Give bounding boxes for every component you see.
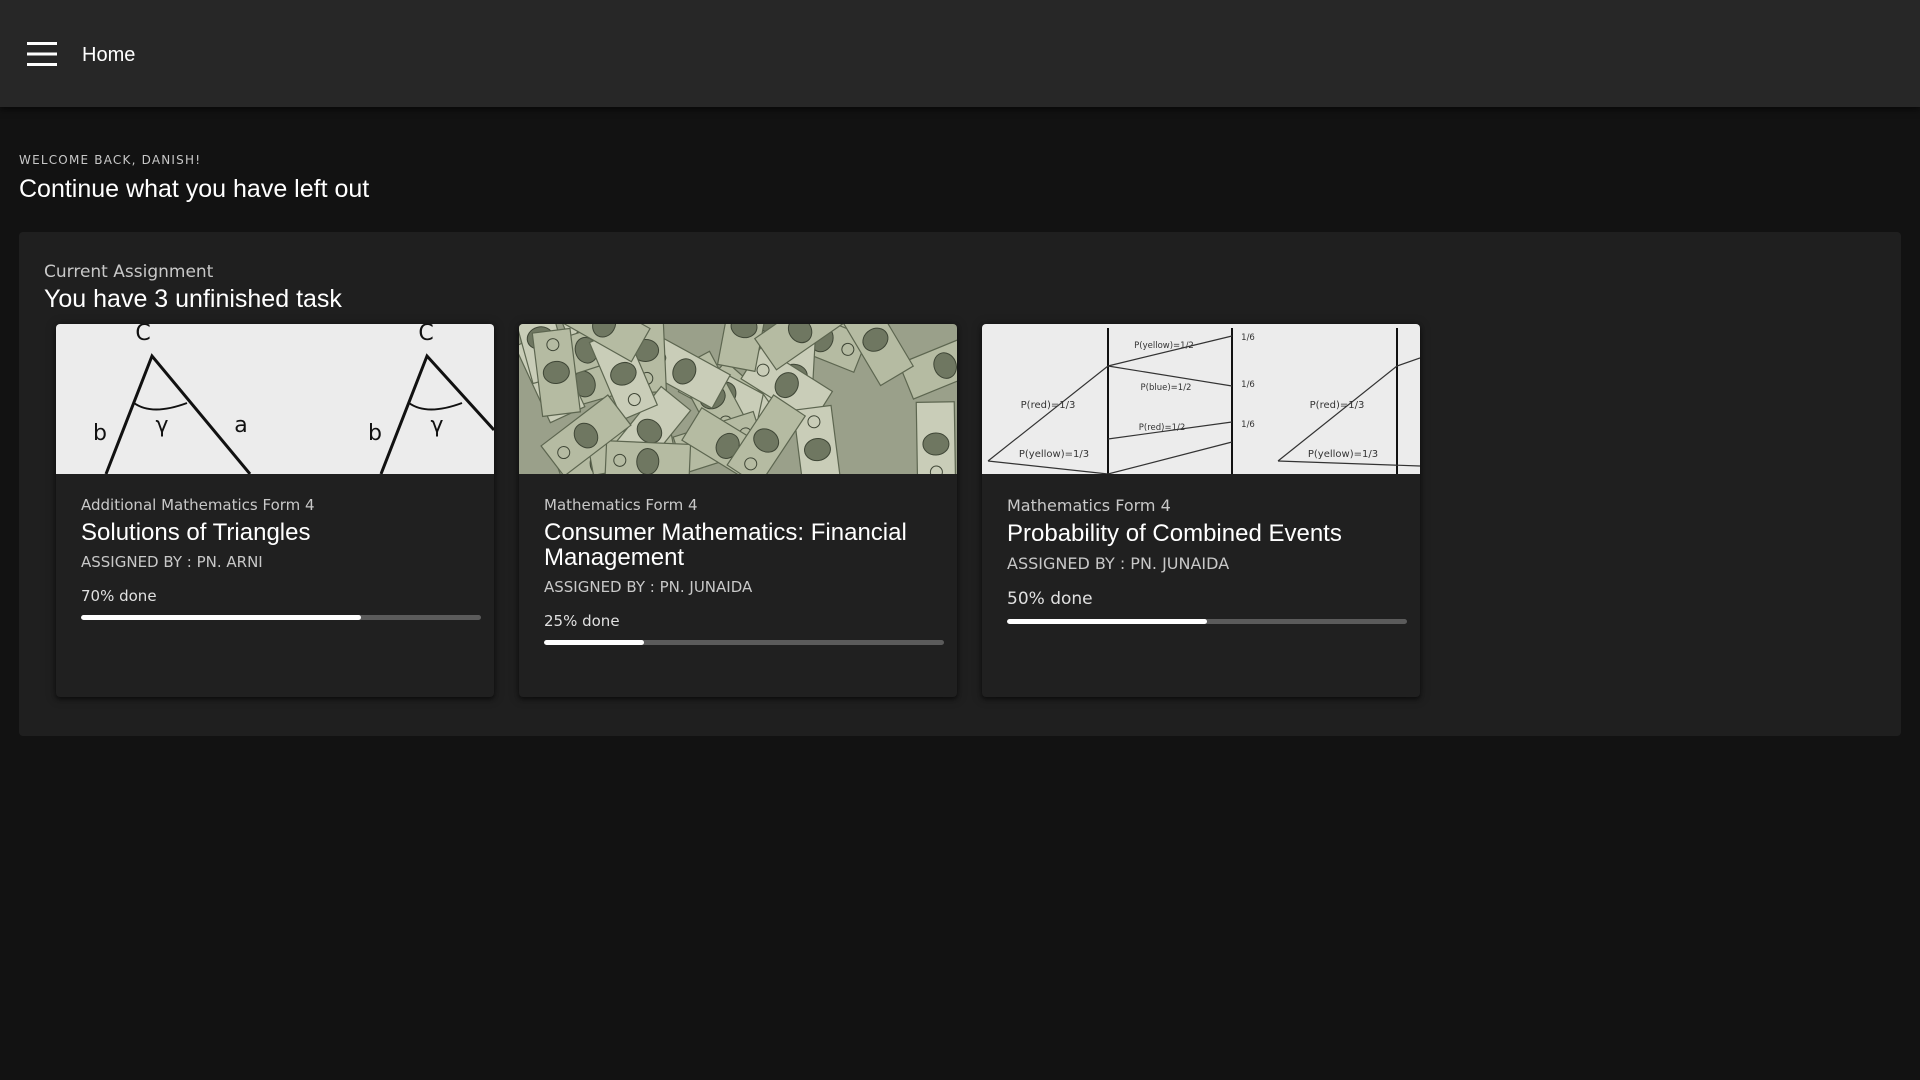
tree-label: 1/6 [1241,333,1255,343]
assignment-card[interactable]: Mathematics Form 4 Consumer Mathematics:… [519,324,957,697]
side-b-label: b [368,421,382,446]
assignment-card[interactable]: P(red)=1/3 P(yellow)=1/3 P(yellow)=1/2 P… [982,324,1420,697]
tree-label: P(yellow)=1/3 [1019,449,1089,460]
card-progress-label: 25% done [544,612,620,630]
card-assigned-by: ASSIGNED BY : PN. JUNAIDA [1007,554,1230,573]
gamma-label: γ [430,413,443,438]
vertex-label: C [135,324,150,346]
tree-label: 1/6 [1241,420,1255,430]
welcome-section: WELCOME BACK, DANISH! Continue what you … [19,152,1901,204]
tree-label: P(red)=1/3 [1021,400,1076,411]
card-subject: Mathematics Form 4 [1007,496,1171,515]
tree-label: P(yellow)=1/2 [1134,341,1194,351]
tree-label: P(yellow)=1/3 [1308,449,1378,460]
panel-overline: Current Assignment [44,262,214,282]
side-a-label: a [234,413,247,438]
progress-bar [544,640,944,645]
tree-label: P(red)=1/2 [1139,423,1186,433]
progress-fill [81,615,361,620]
probability-tree-image: P(red)=1/3 P(yellow)=1/3 P(yellow)=1/2 P… [982,324,1420,474]
tree-label: P(red)=1/3 [1310,400,1365,411]
bill-decoration [915,401,957,474]
tree-label: P(blue)=1/2 [1141,383,1192,393]
card-assigned-by: ASSIGNED BY : PN. ARNI [81,553,263,571]
panel-title: You have 3 unfinished task [44,285,342,313]
hamburger-menu-icon[interactable] [20,32,64,76]
progress-fill [544,640,644,645]
money-bills-image [519,324,957,474]
current-assignment-panel: Current Assignment You have 3 unfinished… [19,232,1901,736]
welcome-overline: WELCOME BACK, DANISH! [19,153,202,167]
bill-decoration [604,440,692,474]
card-subject: Additional Mathematics Form 4 [81,496,315,514]
triangle-diagram-image: C γ b a C γ b [56,324,494,474]
tree-label: 1/6 [1241,380,1255,390]
page-title: Home [82,44,136,66]
card-title: Consumer Mathematics: Financial Manageme… [544,519,907,571]
vertex-label: C [418,324,433,346]
app-bar: Home [0,0,1920,107]
progress-bar [1007,619,1407,624]
card-progress-label: 70% done [81,587,157,605]
progress-fill [1007,619,1207,624]
gamma-label: γ [155,413,168,438]
card-assigned-by: ASSIGNED BY : PN. JUNAIDA [544,578,753,596]
card-title: Probability of Combined Events [1007,520,1342,547]
side-b-label: b [93,421,107,446]
assignment-card[interactable]: C γ b a C γ b Additional Mathematics For… [56,324,494,697]
card-progress-label: 50% done [1007,589,1093,609]
card-title: Solutions of Triangles [81,519,311,546]
card-subject: Mathematics Form 4 [544,496,698,514]
welcome-headline: Continue what you have left out [19,175,370,203]
progress-bar [81,615,481,620]
